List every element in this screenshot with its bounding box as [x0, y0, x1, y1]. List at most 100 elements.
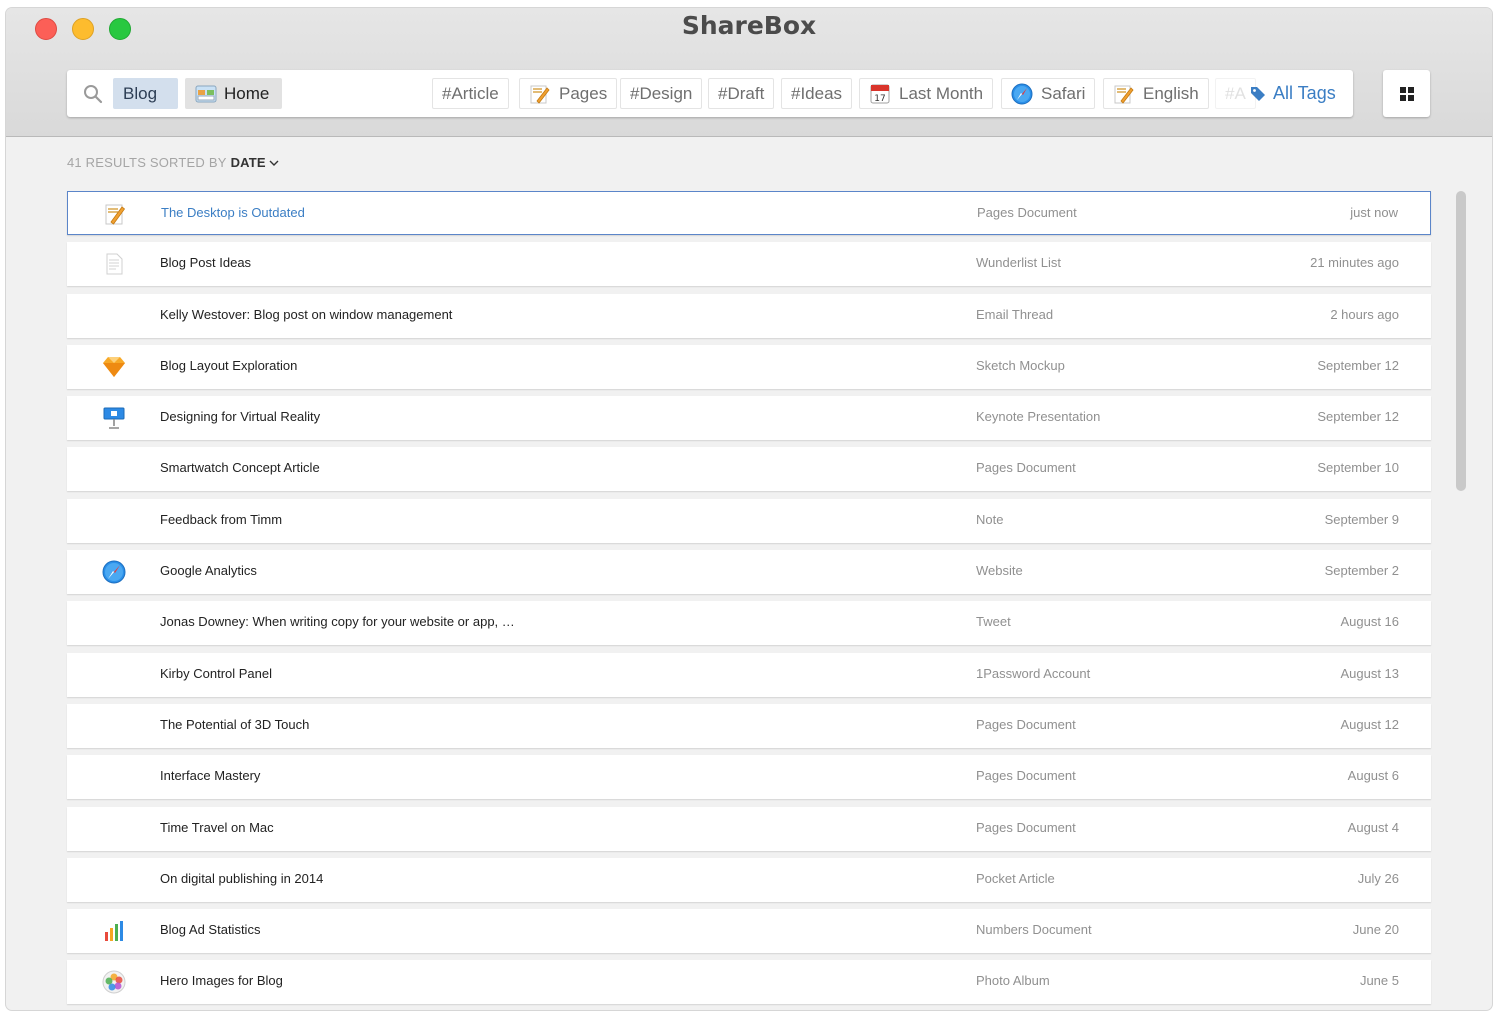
grid-icon [1399, 86, 1414, 101]
item-title: Hero Images for Blog [160, 973, 283, 989]
item-type: Pages Document [976, 768, 1076, 784]
tag-label: Safari [1041, 83, 1086, 103]
item-title: Google Analytics [160, 563, 257, 579]
item-date: September 9 [1324, 511, 1399, 527]
item-date: June 5 [1359, 973, 1399, 989]
item-type: Photo Album [976, 973, 1050, 989]
item-type: Website [976, 563, 1023, 579]
item-date: August 16 [1340, 614, 1399, 630]
item-type: Numbers Document [976, 922, 1092, 938]
item-title: Blog Ad Statistics [160, 922, 261, 938]
item-date: 21 minutes ago [1310, 255, 1399, 271]
item-title: Blog Layout Exploration [160, 357, 298, 373]
photos-icon [101, 969, 127, 995]
tag-article[interactable]: #Article [432, 78, 509, 109]
search-token-home[interactable]: Home [185, 78, 282, 109]
item-title: The Potential of 3D Touch [160, 716, 310, 732]
item-date: August 13 [1340, 665, 1399, 681]
pages-icon [530, 85, 550, 104]
item-type: Sketch Mockup [976, 357, 1065, 373]
item-type: Note [976, 511, 1004, 527]
tag-label: Pages [559, 83, 608, 103]
item-type: Pages Document [977, 205, 1077, 220]
sort-control[interactable]: 41 RESULTS SORTED BY DATE [67, 155, 279, 170]
list-item[interactable]: The Potential of 3D Touch Pages Document A… [67, 703, 1431, 748]
item-date: September 12 [1317, 357, 1399, 373]
all-tags-label: All Tags [1273, 83, 1336, 103]
chevron-down-icon [269, 160, 279, 166]
item-title: Jonas Downey: When writing copy for your… [160, 614, 515, 630]
scrollbar-thumb[interactable] [1456, 191, 1466, 491]
calendar-icon: 17 [870, 84, 890, 104]
document-icon [101, 251, 127, 277]
list-item[interactable]: Hero Images for Blog Photo Album June 5 [67, 960, 1431, 1005]
tag-label: #Ideas [791, 83, 843, 103]
tag-ideas[interactable]: #Ideas [781, 78, 853, 109]
list-item[interactable]: Blog Ad Statistics Numbers Document June 2… [67, 909, 1431, 954]
item-date: September 10 [1317, 460, 1399, 476]
list-item[interactable]: Blog Post Ideas Wunderlist List 21 minutes… [67, 242, 1431, 287]
list-item[interactable]: Blog Layout Exploration Sketch Mockup Sept… [67, 344, 1431, 389]
item-title: Interface Mastery [160, 768, 261, 784]
item-title: Blog Post Ideas [160, 255, 252, 271]
results-list: The Desktop is Outdated Pages Document jus… [67, 191, 1431, 1010]
item-title: Feedback from Timm [160, 511, 283, 527]
sketch-icon [101, 354, 127, 380]
token-label: Home [224, 83, 270, 103]
svg-text:17: 17 [874, 94, 885, 104]
list-item[interactable]: Designing for Virtual Reality Keynote Pre… [67, 396, 1431, 441]
list-item[interactable]: On digital publishing in 2014 Pocket Arti… [67, 857, 1431, 902]
list-item[interactable]: The Desktop is Outdated Pages Document jus… [67, 191, 1431, 235]
grid-view-button[interactable] [1383, 70, 1430, 117]
search-bar[interactable]: Blog Home #Article Pages #Design #Draft … [67, 70, 1353, 117]
tag-label: #A [1225, 83, 1246, 103]
item-type: Pocket Article [976, 870, 1055, 886]
item-type: Tweet [976, 614, 1011, 630]
item-date: August 6 [1347, 768, 1399, 784]
tag-draft[interactable]: #Draft [708, 78, 775, 109]
search-icon [84, 85, 103, 104]
token-label: Blog [123, 83, 158, 103]
item-title: Time Travel on Mac [160, 819, 274, 835]
item-date: August 12 [1340, 716, 1399, 732]
list-item[interactable]: Google Analytics Website September 2 [67, 550, 1431, 595]
list-item[interactable]: Kirby Control Panel 1Password Account Augu… [67, 652, 1431, 697]
item-type: Wunderlist List [976, 255, 1062, 271]
item-type: 1Password Account [976, 665, 1091, 681]
results-count: 41 RESULTS SORTED BY [67, 155, 227, 170]
tag-last-month[interactable]: 17 Last Month [859, 78, 994, 109]
item-date: 2 hours ago [1330, 306, 1399, 322]
item-title: Kirby Control Panel [160, 665, 272, 681]
item-title: Designing for Virtual Reality [160, 409, 321, 425]
item-type: Pages Document [976, 716, 1076, 732]
tag-english[interactable]: English [1103, 78, 1209, 109]
tag-label: #Design [630, 83, 693, 103]
tag-label: #Draft [718, 83, 765, 103]
item-title: Kelly Westover: Blog post on window mana… [160, 306, 453, 322]
pages-icon [102, 201, 128, 227]
list-item[interactable]: Interface Mastery Pages Document August 6 [67, 755, 1431, 800]
list-item[interactable]: Feedback from Timm Note September 9 [67, 498, 1431, 543]
app-title: ShareBox [681, 11, 817, 40]
list-item[interactable]: Time Travel on Mac Pages Document August 4 [67, 806, 1431, 851]
tag-icon [1251, 86, 1265, 101]
sort-key[interactable]: DATE [231, 155, 266, 170]
item-type: Pages Document [976, 819, 1076, 835]
item-date: June 20 [1352, 922, 1399, 938]
tag-design[interactable]: #Design [620, 78, 703, 109]
safari-icon [1011, 83, 1033, 104]
all-tags-button[interactable]: All Tags [1250, 83, 1336, 104]
tag-label: Last Month [899, 83, 984, 103]
search-token-blog[interactable]: Blog [113, 78, 178, 109]
list-item[interactable]: Jonas Downey: When writing copy for your… [67, 601, 1431, 646]
keynote-icon [101, 405, 127, 431]
tag-safari[interactable]: Safari [1001, 78, 1096, 109]
numbers-icon [101, 918, 127, 944]
item-type: Email Thread [976, 306, 1054, 322]
pages-icon [1114, 85, 1134, 104]
list-item[interactable]: Kelly Westover: Blog post on window mana… [67, 293, 1431, 338]
list-item[interactable]: Smartwatch Concept Article Pages Document… [67, 447, 1431, 492]
item-date: August 4 [1347, 819, 1399, 835]
tag-pages[interactable]: Pages [519, 78, 618, 109]
item-type: Pages Document [976, 460, 1076, 476]
